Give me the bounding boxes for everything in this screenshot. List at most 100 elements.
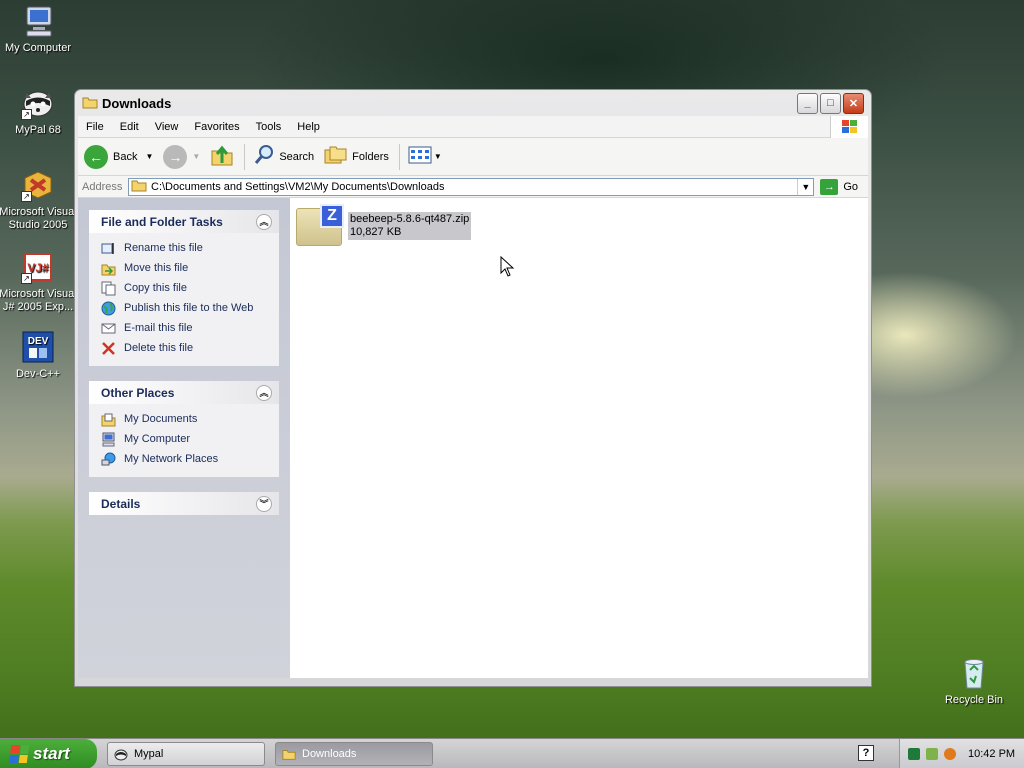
address-label: Address [82, 180, 123, 193]
forward-dropdown-icon[interactable]: ▼ [192, 152, 200, 161]
system-tray: 10:42 PM [899, 739, 1024, 768]
visual-studio-icon: ↗ [21, 168, 55, 202]
rename-icon [101, 241, 116, 256]
folder-icon [282, 747, 296, 761]
go-arrow-icon: → [820, 178, 839, 195]
file-name: beebeep-5.8.6-qt487.zip [350, 213, 470, 225]
menu-favorites[interactable]: Favorites [186, 121, 247, 133]
back-button[interactable]: ← Back ▼ [84, 144, 153, 169]
desktop-icon-dev-cpp[interactable]: DEV Dev-C++ [0, 330, 78, 381]
place-my-documents[interactable]: My Documents [101, 409, 267, 429]
desktop-icon-label: Recycle Bin [944, 694, 1004, 706]
views-icon [408, 145, 432, 168]
tray-search-icon[interactable] [944, 748, 956, 760]
task-rename-file[interactable]: Rename this file [101, 238, 267, 258]
file-list-area[interactable]: Z beebeep-5.8.6-qt487.zip 10,827 KB [290, 198, 868, 678]
back-dropdown-icon[interactable]: ▼ [145, 152, 153, 161]
back-label: Back [113, 150, 138, 163]
desktop-icon-visual-jsharp[interactable]: VJ# ↗ Microsoft Visual J# 2005 Exp... [0, 250, 78, 314]
file-item[interactable]: Z beebeep-5.8.6-qt487.zip 10,827 KB [296, 204, 472, 246]
my-documents-icon [101, 412, 116, 427]
taskbar-button-mypal[interactable]: Mypal [107, 741, 265, 766]
address-dropdown-icon[interactable]: ▼ [797, 178, 813, 195]
views-button[interactable]: ▼ [408, 145, 442, 168]
file-size: 10,827 KB [350, 226, 402, 238]
task-delete-file[interactable]: Delete this file [101, 338, 267, 358]
task-label: E-mail this file [124, 322, 193, 334]
panel-title: File and Folder Tasks [101, 214, 223, 229]
menu-edit[interactable]: Edit [112, 121, 147, 133]
menu-help[interactable]: Help [289, 121, 328, 133]
desktop-icon-visual-studio[interactable]: ↗ Microsoft Visual Studio 2005 [0, 168, 78, 232]
desktop-icon-label: Microsoft Visual J# 2005 Exp... [0, 288, 77, 313]
shortcut-arrow-icon: ↗ [21, 191, 32, 202]
computer-icon [101, 432, 116, 447]
clock[interactable]: 10:42 PM [968, 748, 1015, 760]
task-label: Move this file [124, 262, 189, 274]
collapse-chevron-icon[interactable]: ︽ [256, 384, 272, 401]
task-publish-web[interactable]: Publish this file to the Web [101, 298, 267, 318]
title-bar[interactable]: Downloads _ □ ✕ [78, 90, 868, 116]
desktop-icon-mypal[interactable]: ↗ MyPal 68 [0, 86, 78, 137]
place-label: My Documents [124, 413, 198, 425]
forward-arrow-icon: → [163, 144, 188, 169]
up-button[interactable] [210, 143, 234, 170]
task-copy-file[interactable]: Copy this file [101, 278, 267, 298]
details-panel: Details ︾ [89, 492, 279, 515]
go-label: Go [843, 180, 858, 193]
address-bar: Address C:\Documents and Settings\VM2\My… [78, 176, 868, 198]
panel-header[interactable]: Details ︾ [89, 492, 279, 515]
globe-icon [101, 301, 116, 316]
search-button[interactable]: Search [253, 144, 314, 169]
taskbar: start Mypal Downloads ? 10:42 PM [0, 738, 1024, 768]
mouse-cursor-icon [500, 255, 515, 281]
window-title: Downloads [102, 95, 172, 111]
folder-icon [131, 178, 147, 195]
forward-button[interactable]: → ▼ [163, 144, 200, 169]
task-move-file[interactable]: Move this file [101, 258, 267, 278]
windows-logo-icon [830, 116, 868, 138]
menu-tools[interactable]: Tools [248, 121, 290, 133]
folder-up-icon [210, 143, 234, 170]
mypal-raccoon-icon [114, 747, 128, 761]
desktop-icon-recycle-bin[interactable]: Recycle Bin [934, 656, 1014, 707]
place-my-computer[interactable]: My Computer [101, 429, 267, 449]
svg-text:DEV: DEV [28, 336, 49, 347]
collapse-chevron-icon[interactable]: ︽ [256, 213, 272, 230]
file-folder-tasks-panel: File and Folder Tasks ︽ Rename this file… [89, 210, 279, 366]
search-label: Search [279, 150, 315, 163]
taskbar-button-label: Downloads [302, 747, 357, 760]
maximize-button[interactable]: □ [820, 92, 841, 114]
menu-view[interactable]: View [147, 121, 187, 133]
folders-button[interactable]: Folders [324, 144, 389, 169]
place-label: My Computer [124, 433, 191, 445]
place-my-network-places[interactable]: My Network Places [101, 449, 267, 469]
desktop-icon-my-computer[interactable]: My Computer [0, 4, 78, 55]
address-input[interactable]: C:\Documents and Settings\VM2\My Documen… [128, 177, 815, 196]
panel-header[interactable]: Other Places ︽ [89, 381, 279, 404]
folder-icon [82, 95, 98, 112]
desktop-icon-label: Dev-C++ [15, 368, 61, 380]
zip-folder-icon: Z [296, 204, 344, 246]
start-button[interactable]: start [0, 738, 97, 768]
move-icon [101, 261, 116, 276]
task-email-file[interactable]: E-mail this file [101, 318, 267, 338]
minimize-button[interactable]: _ [797, 92, 818, 114]
shortcut-arrow-icon: ↗ [21, 109, 32, 120]
taskbar-button-downloads[interactable]: Downloads [275, 741, 433, 766]
windows-flag-icon [8, 744, 30, 763]
minimize-icon: _ [804, 97, 811, 109]
expand-chevron-icon[interactable]: ︾ [256, 495, 272, 512]
help-question-icon[interactable]: ? [858, 745, 874, 761]
task-pane: File and Folder Tasks ︽ Rename this file… [78, 198, 290, 678]
tray-app-icon[interactable] [908, 748, 920, 760]
close-button[interactable]: ✕ [843, 92, 864, 114]
menu-file[interactable]: File [78, 121, 112, 133]
folders-label: Folders [352, 150, 389, 163]
tray-network-icon[interactable] [926, 748, 938, 760]
delete-x-icon [101, 341, 116, 356]
panel-body: Rename this file Move this file Copy thi… [89, 233, 279, 366]
go-button[interactable]: → Go [820, 178, 858, 195]
panel-header[interactable]: File and Folder Tasks ︽ [89, 210, 279, 233]
task-label: Rename this file [124, 242, 203, 254]
